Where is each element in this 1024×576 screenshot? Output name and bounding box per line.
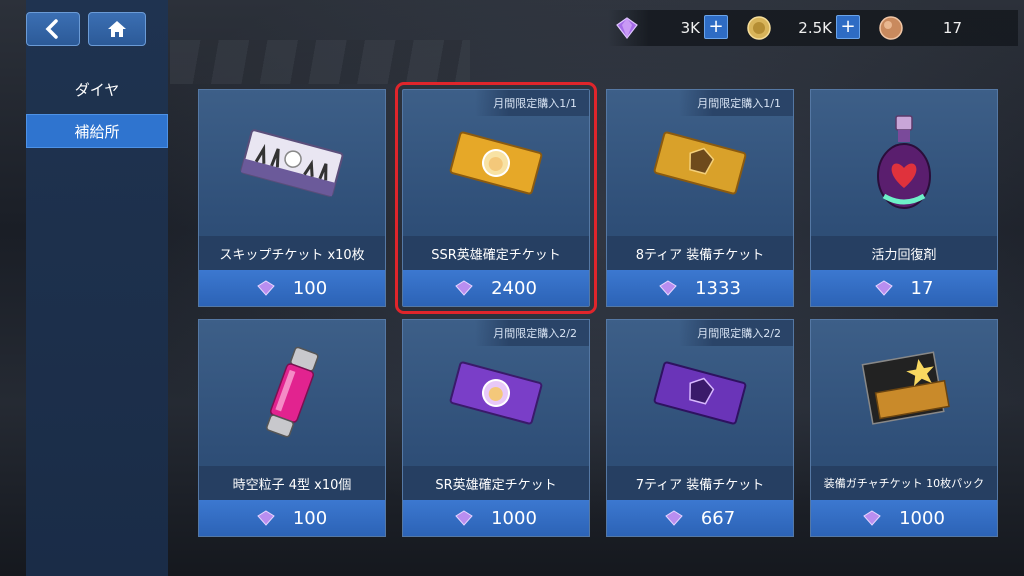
- tier8-equip-ticket-icon: [653, 131, 747, 195]
- diamond-icon: [455, 510, 473, 526]
- buy-button[interactable]: 1000: [811, 500, 997, 536]
- sidebar-item-diamond[interactable]: ダイヤ: [26, 72, 168, 106]
- item-price: 17: [910, 277, 934, 299]
- skip-ticket-icon: [240, 129, 344, 197]
- diamond-amount: 3K: [680, 19, 700, 37]
- diamond-icon: [257, 280, 275, 296]
- monthly-limit-badge: 月間限定購入2/2: [475, 320, 589, 346]
- item-price: 1000: [491, 507, 537, 529]
- monthly-limit-badge: 月間限定購入2/2: [679, 320, 793, 346]
- potion-bottle-icon: [877, 115, 931, 209]
- particle-capsule-icon: [266, 346, 319, 438]
- gold-amount: 2.5K: [798, 19, 832, 37]
- diamond-icon: [616, 17, 638, 39]
- home-icon: [108, 21, 126, 37]
- diamond-icon: [257, 510, 275, 526]
- item-price: 100: [292, 507, 328, 529]
- item-price: 2400: [491, 277, 537, 299]
- buy-button[interactable]: 1333: [607, 270, 793, 306]
- shop-item-tier7-equip-ticket[interactable]: 月間限定購入2/2 7ティア 装備チケット 667: [606, 319, 794, 537]
- item-price: 1000: [899, 507, 945, 529]
- sidebar-item-supply[interactable]: 補給所: [26, 114, 168, 148]
- shop-item-equip-gacha-pack[interactable]: 装備ガチャチケット 10枚パック 1000: [810, 319, 998, 537]
- shop-item-stamina-potion[interactable]: 活力回復剤 17: [810, 89, 998, 307]
- item-name: 8ティア 装備チケット: [607, 236, 793, 270]
- diamond-icon: [874, 280, 893, 296]
- stamina-orb-icon: [879, 16, 903, 40]
- item-name: SSR英雄確定チケット: [403, 236, 589, 270]
- buy-button[interactable]: 100: [199, 270, 385, 306]
- buy-button[interactable]: 100: [199, 500, 385, 536]
- item-price: 100: [292, 277, 328, 299]
- add-gold-button[interactable]: +: [836, 15, 860, 39]
- item-name: 時空粒子 4型 x10個: [199, 466, 385, 500]
- background-decoration: [170, 40, 470, 84]
- buy-button[interactable]: 667: [607, 500, 793, 536]
- item-name: 装備ガチャチケット 10枚パック: [811, 466, 997, 500]
- shop-item-skip-ticket[interactable]: スキップチケット x10枚 100: [198, 89, 386, 307]
- diamond-icon: [665, 510, 683, 526]
- coin-icon: [747, 16, 771, 40]
- shop-item-spacetime-particle[interactable]: 時空粒子 4型 x10個 100: [198, 319, 386, 537]
- chevron-left-icon: [45, 19, 58, 39]
- stamina-amount: 17: [942, 19, 962, 37]
- diamond-icon: [659, 280, 677, 296]
- monthly-limit-badge: 月間限定購入1/1: [679, 90, 793, 116]
- buy-button[interactable]: 2400: [403, 270, 589, 306]
- buy-button[interactable]: 1000: [403, 500, 589, 536]
- shop-item-ssr-hero-ticket[interactable]: 月間限定購入1/1 SSR英雄確定チケット 2400: [395, 82, 597, 314]
- monthly-limit-badge: 月間限定購入1/1: [475, 90, 589, 116]
- gacha-ticket-pack-icon: [861, 351, 950, 425]
- tier7-equip-ticket-icon: [653, 361, 747, 425]
- item-name: 活力回復剤: [811, 236, 997, 270]
- shop-item-tier8-equip-ticket[interactable]: 月間限定購入1/1 8ティア 装備チケット 1333: [606, 89, 794, 307]
- diamond-icon: [863, 510, 881, 526]
- item-name: SR英雄確定チケット: [403, 466, 589, 500]
- buy-button[interactable]: 17: [811, 270, 997, 306]
- home-button[interactable]: [88, 12, 146, 46]
- sr-hero-ticket-icon: [449, 361, 543, 425]
- item-name: 7ティア 装備チケット: [607, 466, 793, 500]
- diamond-icon: [455, 280, 473, 296]
- item-price: 667: [700, 507, 736, 529]
- back-button[interactable]: [26, 12, 80, 46]
- add-diamond-button[interactable]: +: [704, 15, 728, 39]
- item-name: スキップチケット x10枚: [199, 236, 385, 270]
- ssr-hero-ticket-icon: [449, 131, 543, 195]
- item-price: 1333: [695, 277, 741, 299]
- shop-item-sr-hero-ticket[interactable]: 月間限定購入2/2 SR英雄確定チケット 1000: [402, 319, 590, 537]
